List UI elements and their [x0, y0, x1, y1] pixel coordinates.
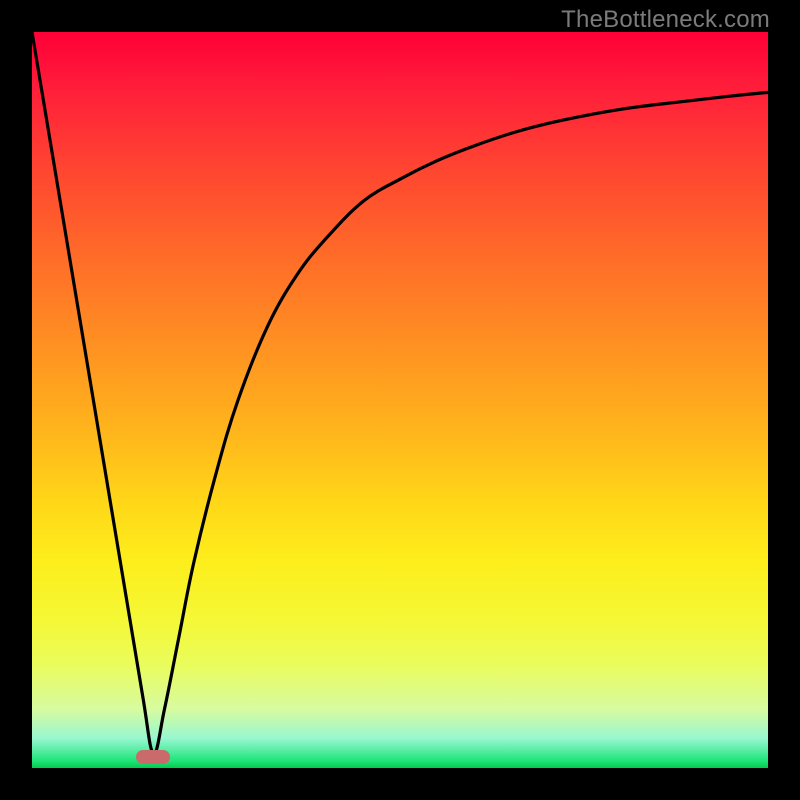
- bottleneck-curve: [32, 32, 768, 753]
- bottleneck-marker: [136, 750, 170, 764]
- watermark-text: TheBottleneck.com: [561, 6, 770, 34]
- chart-svg: [32, 32, 768, 768]
